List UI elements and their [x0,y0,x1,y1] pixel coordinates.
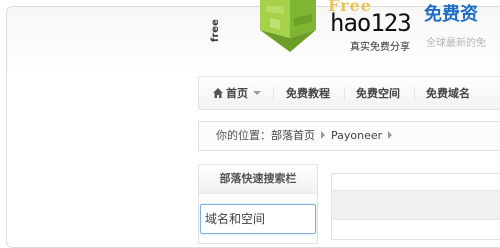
chevron-right-icon [321,131,325,139]
site-title: 免费资 [424,4,478,25]
quick-search-title: 部落快速搜索栏 [199,165,317,194]
main-nav: 首页 免费教程 免费空间 免费域名 [198,76,500,110]
nav-home-label: 首页 [226,87,248,100]
home-icon [213,88,223,98]
nav-item-hosting[interactable]: 免费空间 [356,77,400,110]
logo-text: hao123 [330,9,412,37]
nav-divider [344,87,345,101]
quick-search-panel: 部落快速搜索栏 [198,164,318,244]
nav-item-home[interactable]: 首页 [213,77,261,110]
chevron-down-icon [253,91,261,95]
main-content-header [332,190,500,220]
chevron-right-icon [388,131,393,139]
nav-divider [414,87,415,101]
breadcrumb-prefix: 你的位置： [216,129,271,142]
nav-divider [273,87,274,101]
nav-item-tutorials[interactable]: 免费教程 [286,77,330,110]
site-subtitle: 全球最新的免 [426,38,486,49]
logo-cube-icon [260,0,316,52]
logo-tagline: 真实免费分享 [350,42,410,53]
breadcrumb-item-payoneer[interactable]: Payoneer [331,129,382,142]
breadcrumb: 你的位置：部落首页 Payoneer [198,121,500,151]
site-logo[interactable]: free Free hao123 真实免费分享 [208,0,418,58]
main-content-box [331,173,500,240]
breadcrumb-item-home[interactable]: 部落首页 [271,129,315,142]
logo-side-text: free [210,19,221,42]
nav-item-domains[interactable]: 免费域名 [426,77,470,110]
search-input[interactable] [200,204,316,234]
